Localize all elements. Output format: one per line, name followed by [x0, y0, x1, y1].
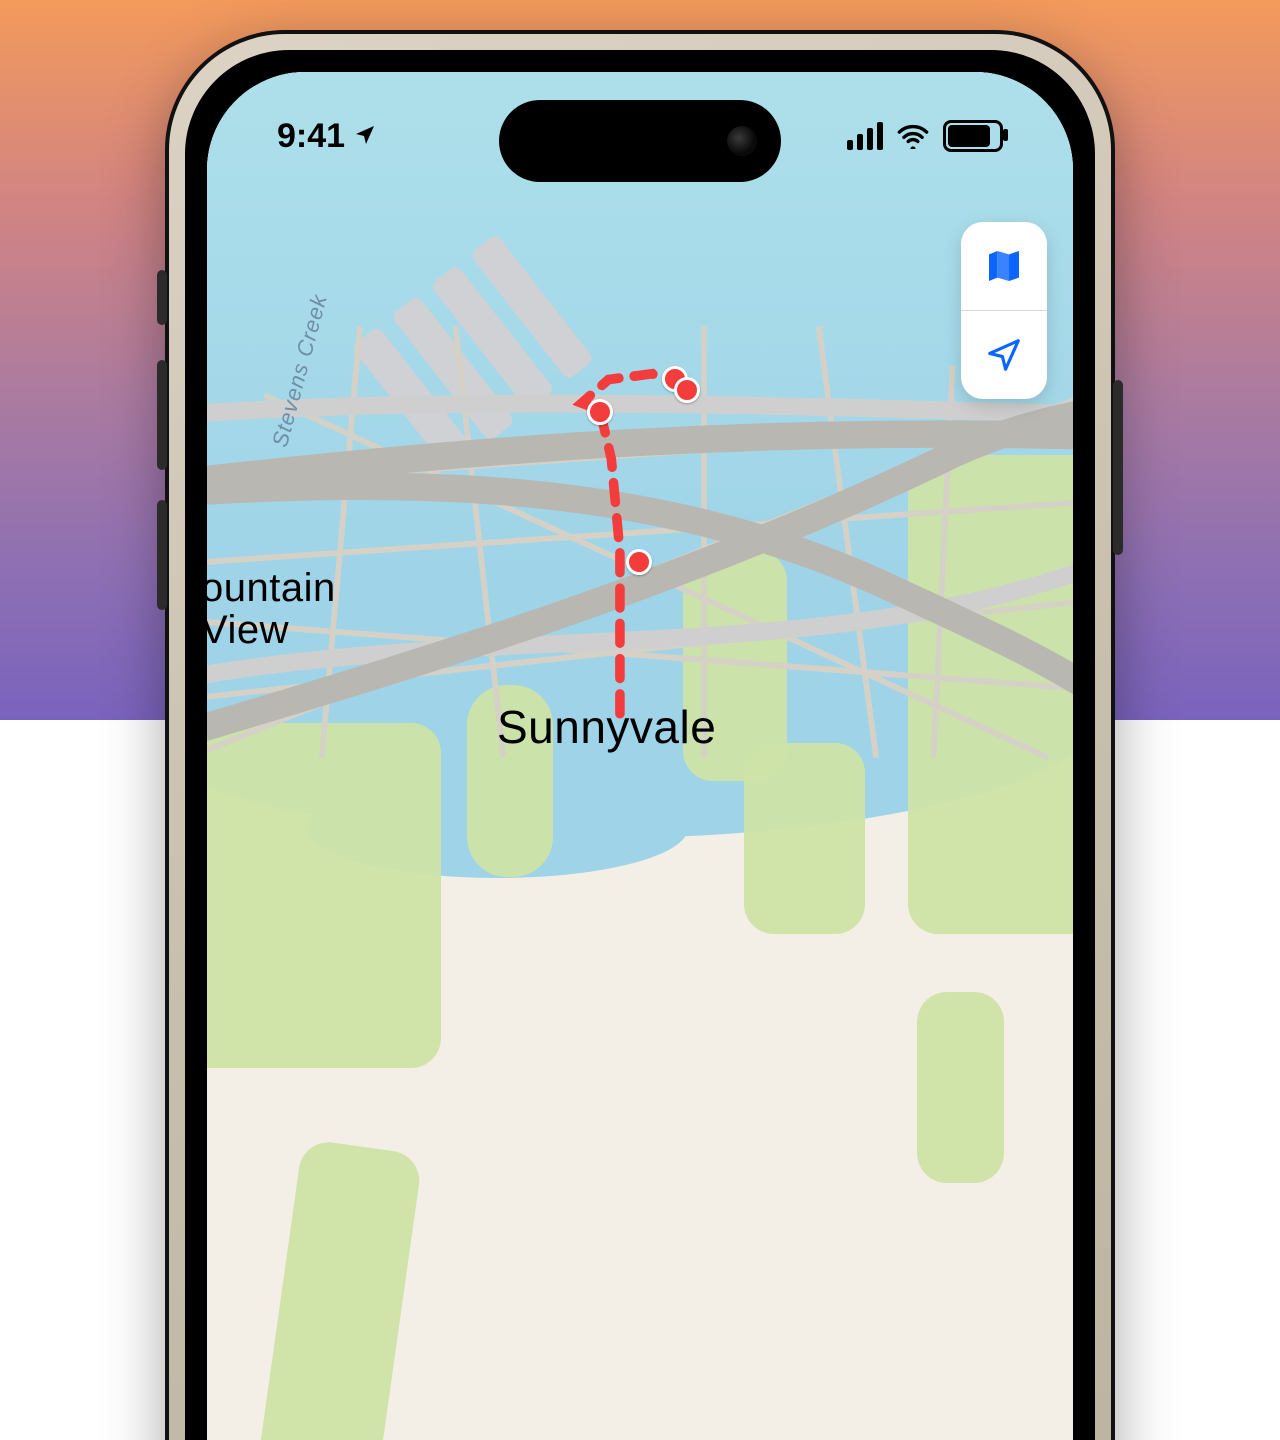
map-route-waypoint[interactable]	[674, 377, 700, 403]
wifi-icon	[897, 123, 929, 149]
locate-me-button[interactable]	[961, 311, 1047, 399]
map-mode-button[interactable]	[961, 222, 1047, 310]
map-route-waypoint[interactable]	[587, 399, 613, 425]
status-bar-left: 9:41	[277, 117, 377, 156]
location-arrow-icon	[985, 336, 1023, 374]
map-roads-layer	[207, 72, 1073, 1440]
map-label-mountain-view: ountain View	[207, 567, 336, 651]
map-icon	[984, 246, 1024, 286]
status-time: 9:41	[277, 117, 345, 156]
cellular-signal-icon	[847, 122, 883, 150]
status-bar: 9:41	[207, 72, 1073, 192]
map-label-line: ountain	[207, 566, 336, 610]
phone-screen-rim: Stevens Creek ountain View Sunnyvale	[185, 50, 1095, 1440]
map-canvas[interactable]: Stevens Creek ountain View Sunnyvale	[207, 72, 1073, 1440]
map-label-line: View	[207, 608, 289, 652]
phone-frame: Stevens Creek ountain View Sunnyvale	[165, 30, 1115, 1440]
phone-volume-down	[157, 500, 167, 610]
phone-side-switch	[157, 270, 167, 325]
phone-bezel: Stevens Creek ountain View Sunnyvale	[169, 34, 1111, 1440]
map-controls-panel	[961, 222, 1047, 399]
phone-volume-up	[157, 360, 167, 470]
status-bar-right	[847, 120, 1003, 152]
phone-screen[interactable]: Stevens Creek ountain View Sunnyvale	[207, 72, 1073, 1440]
map-route-waypoint[interactable]	[626, 549, 652, 575]
map-label-sunnyvale: Sunnyvale	[497, 700, 716, 754]
phone-power-button	[1113, 380, 1123, 555]
map-route-path	[582, 374, 664, 714]
location-services-icon	[353, 117, 377, 156]
battery-icon	[943, 120, 1003, 152]
